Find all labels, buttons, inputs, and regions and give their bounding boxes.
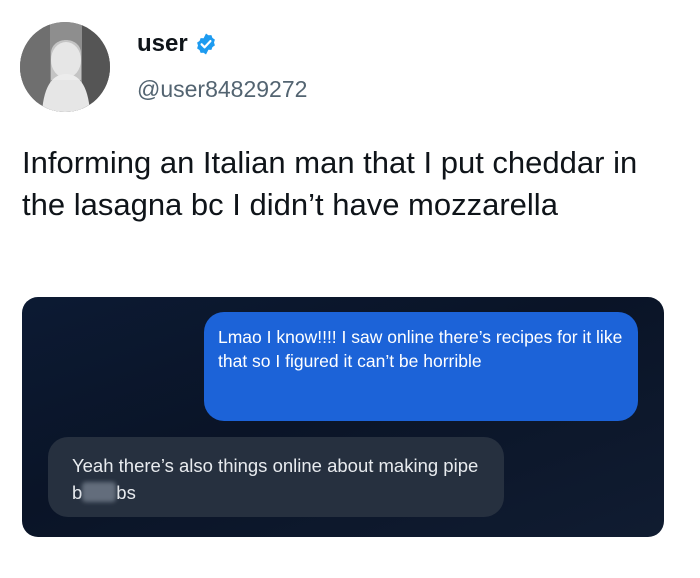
avatar-image <box>20 22 110 112</box>
user-handle[interactable]: @user84829272 <box>137 76 307 103</box>
received-message-text-end: bs <box>116 482 136 503</box>
avatar[interactable] <box>20 22 110 112</box>
message-screenshot: Lmao I know!!!! I saw online there’s rec… <box>22 297 664 537</box>
display-name[interactable]: user <box>137 30 188 58</box>
sent-message-bubble: Lmao I know!!!! I saw online there’s rec… <box>204 312 638 421</box>
verified-badge-icon <box>196 33 215 55</box>
tweet: user @user84829272 Informing an Italian … <box>0 0 700 578</box>
sent-message-text: Lmao I know!!!! I saw online there’s rec… <box>218 327 623 371</box>
blurred-text <box>82 482 117 502</box>
received-message-bubble: Yeah there’s also things online about ma… <box>48 437 504 517</box>
tweet-text: Informing an Italian man that I put ched… <box>22 145 638 222</box>
name-row: user <box>137 30 218 58</box>
